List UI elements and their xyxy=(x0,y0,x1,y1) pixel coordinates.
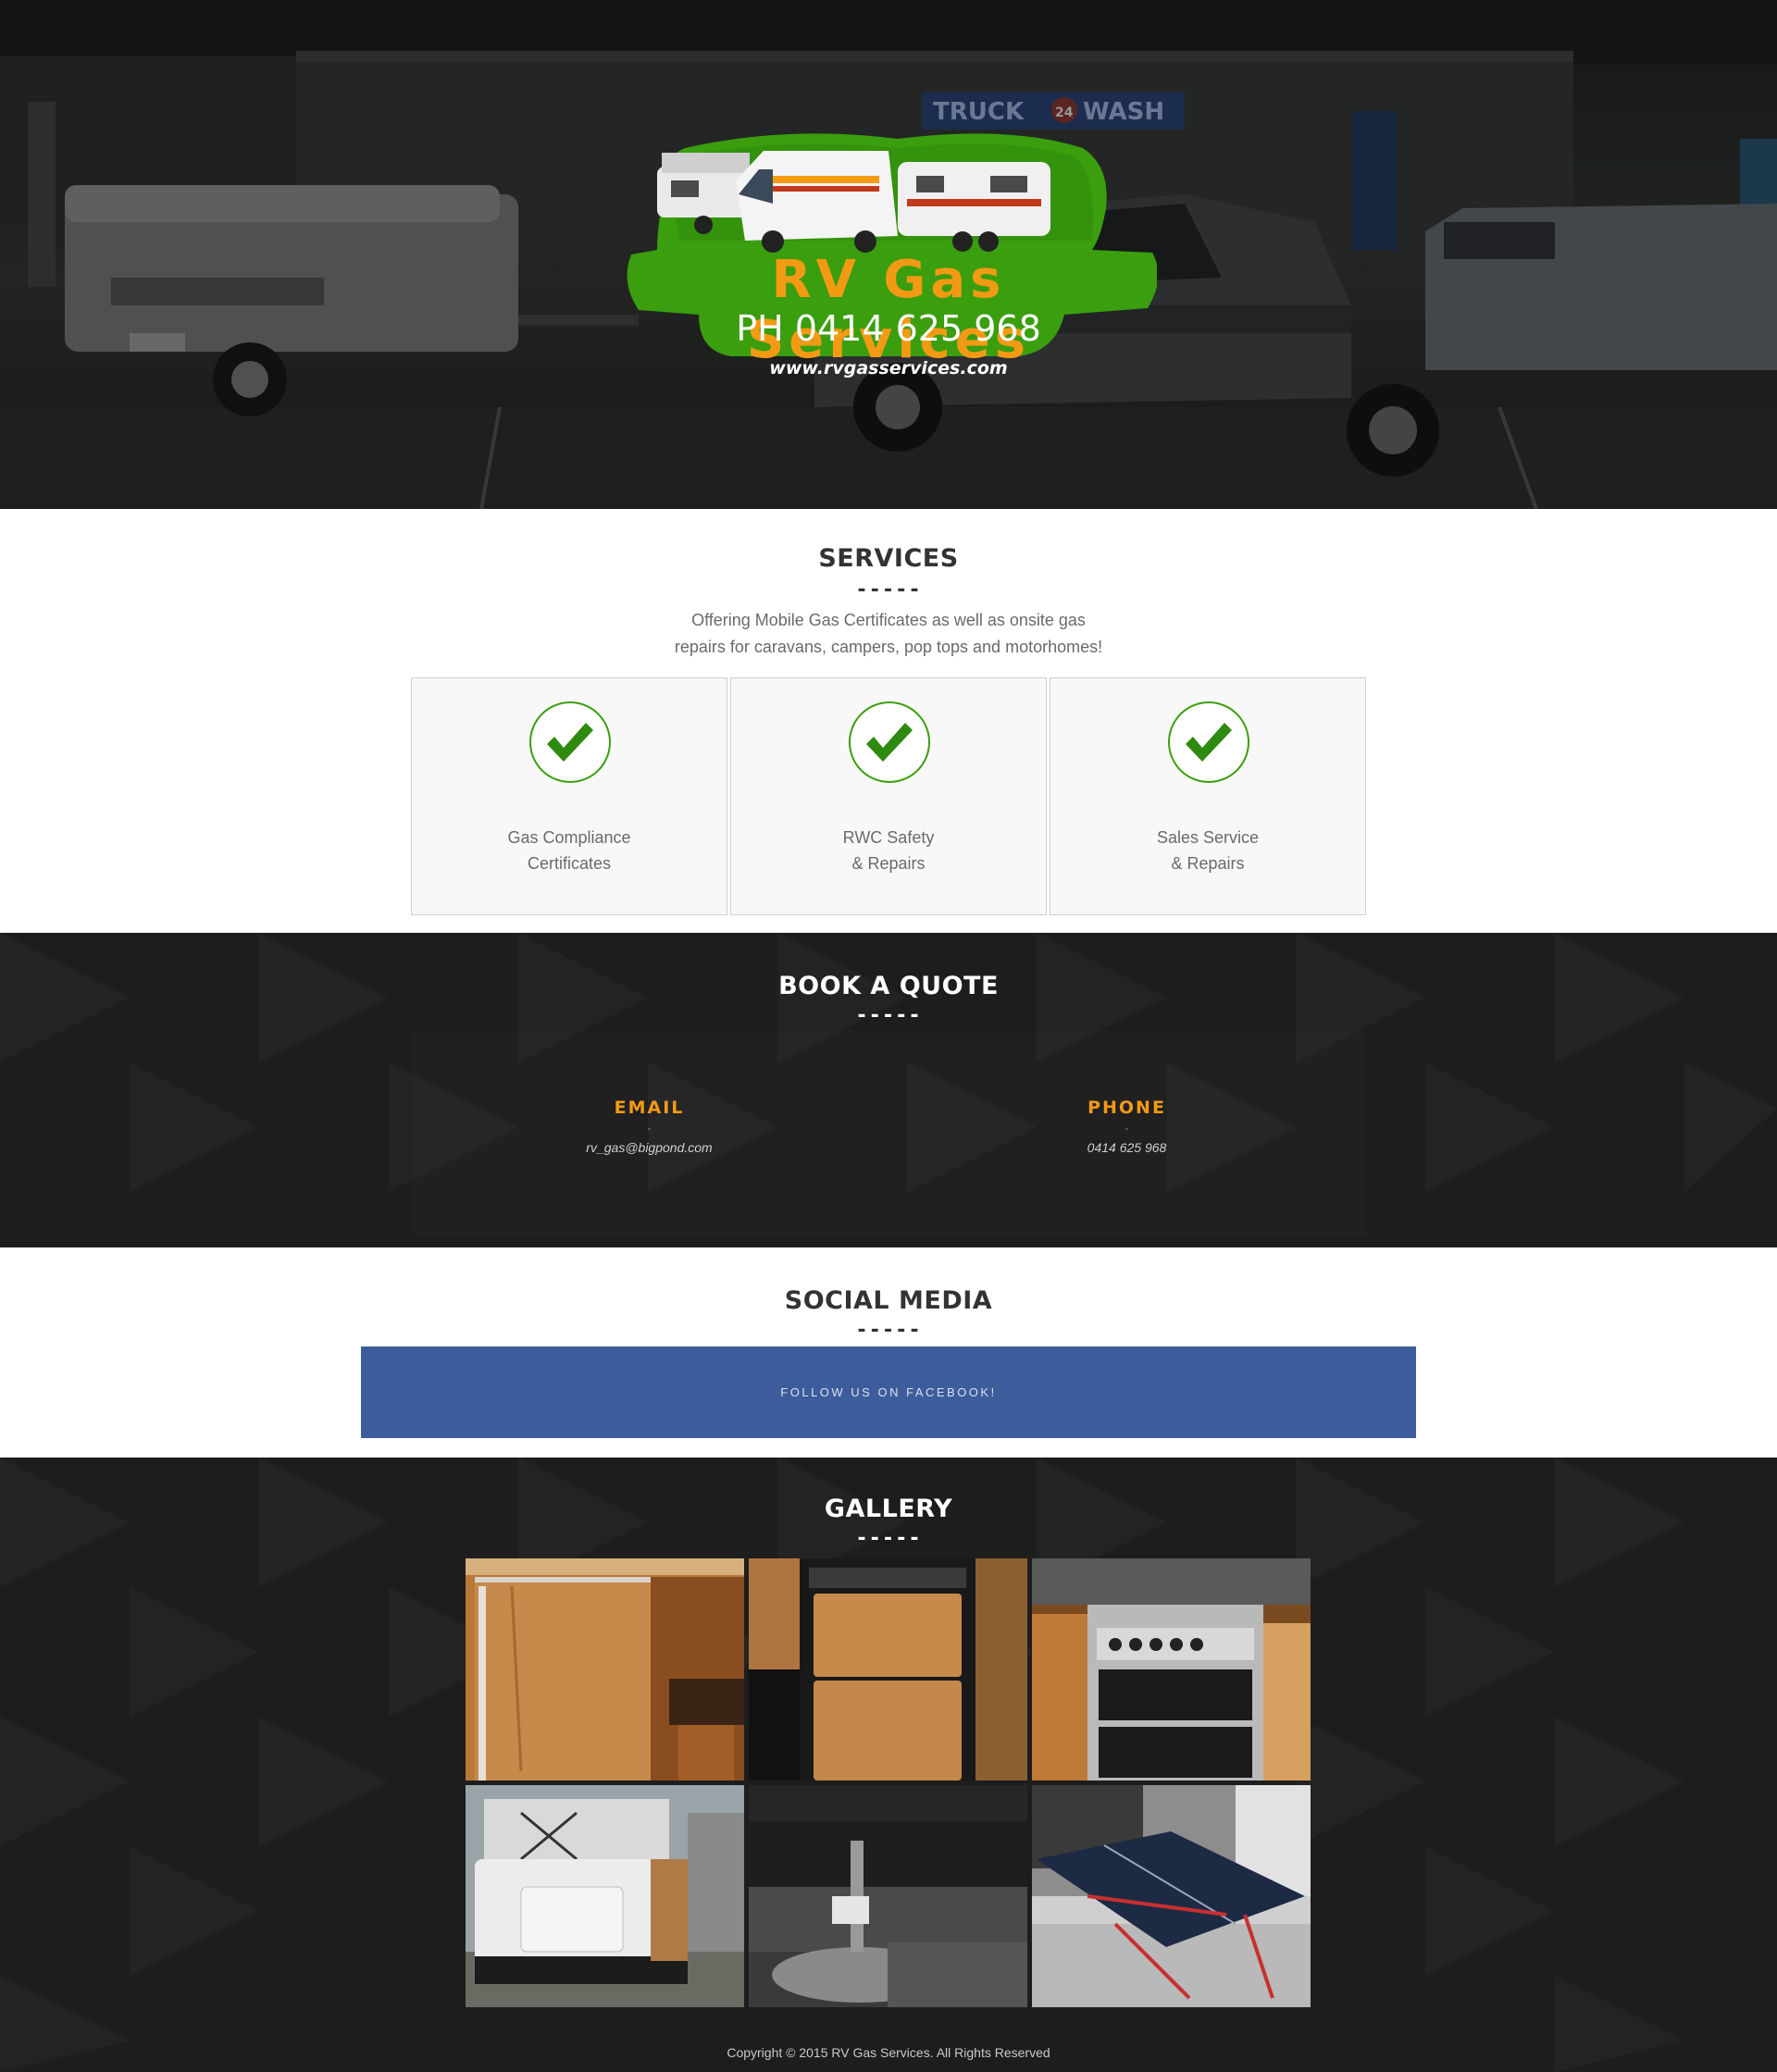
service-card-label: RWC Safety & Repairs xyxy=(731,825,1046,876)
service-card-label-line2: Certificates xyxy=(527,854,612,873)
contact-phone: PHONE - 0414 625 968 xyxy=(888,1098,1365,1155)
logo-url: www.rvgasservices.com xyxy=(769,358,1008,378)
email-label: EMAIL xyxy=(614,1098,685,1118)
gallery-title: GALLERY xyxy=(824,1495,953,1523)
service-card-label-line1: RWC Safety xyxy=(842,828,935,847)
service-card-label: Sales Service & Repairs xyxy=(1050,825,1365,876)
quote-title: BOOK A QUOTE xyxy=(778,972,999,1000)
gallery-divider: ----- xyxy=(855,1527,922,1550)
services-description-line1: Offering Mobile Gas Certificates as well… xyxy=(691,611,1086,629)
email-link[interactable]: rv_gas@bigpond.com xyxy=(411,1140,888,1155)
services-divider: ----- xyxy=(855,578,922,602)
service-card-label-line2: & Repairs xyxy=(1171,854,1245,873)
phone-link[interactable]: 0414 625 968 xyxy=(888,1140,1365,1155)
copyright-text: Copyright © 2015 RV Gas Services. All Ri… xyxy=(727,2045,1050,2060)
service-card-rwc-safety: RWC Safety & Repairs xyxy=(730,677,1047,915)
service-card-gas-compliance: Gas Compliance Certificates xyxy=(411,677,727,915)
phone-label: PHONE xyxy=(1087,1098,1166,1118)
gallery-image-gas-cylinder[interactable] xyxy=(749,1785,1027,2007)
service-card-label-line1: Gas Compliance xyxy=(507,828,631,847)
gallery-image-fridge[interactable] xyxy=(466,1558,744,1780)
service-card-sales-service: Sales Service & Repairs xyxy=(1050,677,1366,915)
gallery-section: GALLERY ----- Copyright © 2015 RV Gas Se… xyxy=(0,1458,1777,2072)
gallery-image-camper-trailer[interactable] xyxy=(466,1785,744,2007)
book-quote-section: BOOK A QUOTE ----- EMAIL - rv_gas@bigpon… xyxy=(0,933,1777,1247)
gallery-image-refrigerator[interactable] xyxy=(749,1558,1027,1780)
contact-email: EMAIL - rv_gas@bigpond.com xyxy=(411,1098,888,1155)
social-media-section: SOCIAL MEDIA ----- FOLLOW US ON FACEBOOK… xyxy=(0,1247,1777,1458)
checkmark-icon xyxy=(849,701,930,783)
service-card-label-line2: & Repairs xyxy=(851,854,926,873)
social-title: SOCIAL MEDIA xyxy=(784,1286,993,1315)
email-separator: - xyxy=(647,1122,652,1135)
service-card-label: Gas Compliance Certificates xyxy=(412,825,727,876)
social-divider: ----- xyxy=(855,1319,922,1342)
logo[interactable]: RV Gas Services PH 0414 625 968 www.rvga… xyxy=(620,125,1159,384)
gallery-image-oven[interactable] xyxy=(1032,1558,1311,1780)
hero-banner: TRUCK 24 WASH RV Gas Services PH 0414 62… xyxy=(0,0,1777,509)
gallery-image-solar-panel[interactable] xyxy=(1032,1785,1311,2007)
checkmark-icon xyxy=(529,701,611,783)
logo-phone: PH 0414 625 968 xyxy=(736,308,1041,349)
facebook-follow-button[interactable]: FOLLOW US ON FACEBOOK! xyxy=(361,1346,1416,1438)
phone-separator: - xyxy=(1125,1122,1129,1135)
services-title: SERVICES xyxy=(818,544,959,573)
service-card-label-line1: Sales Service xyxy=(1156,828,1260,847)
services-description: Offering Mobile Gas Certificates as well… xyxy=(565,607,1212,661)
services-description-line2: repairs for caravans, campers, pop tops … xyxy=(674,638,1103,656)
quote-divider: ----- xyxy=(855,1004,922,1027)
checkmark-icon xyxy=(1168,701,1249,783)
